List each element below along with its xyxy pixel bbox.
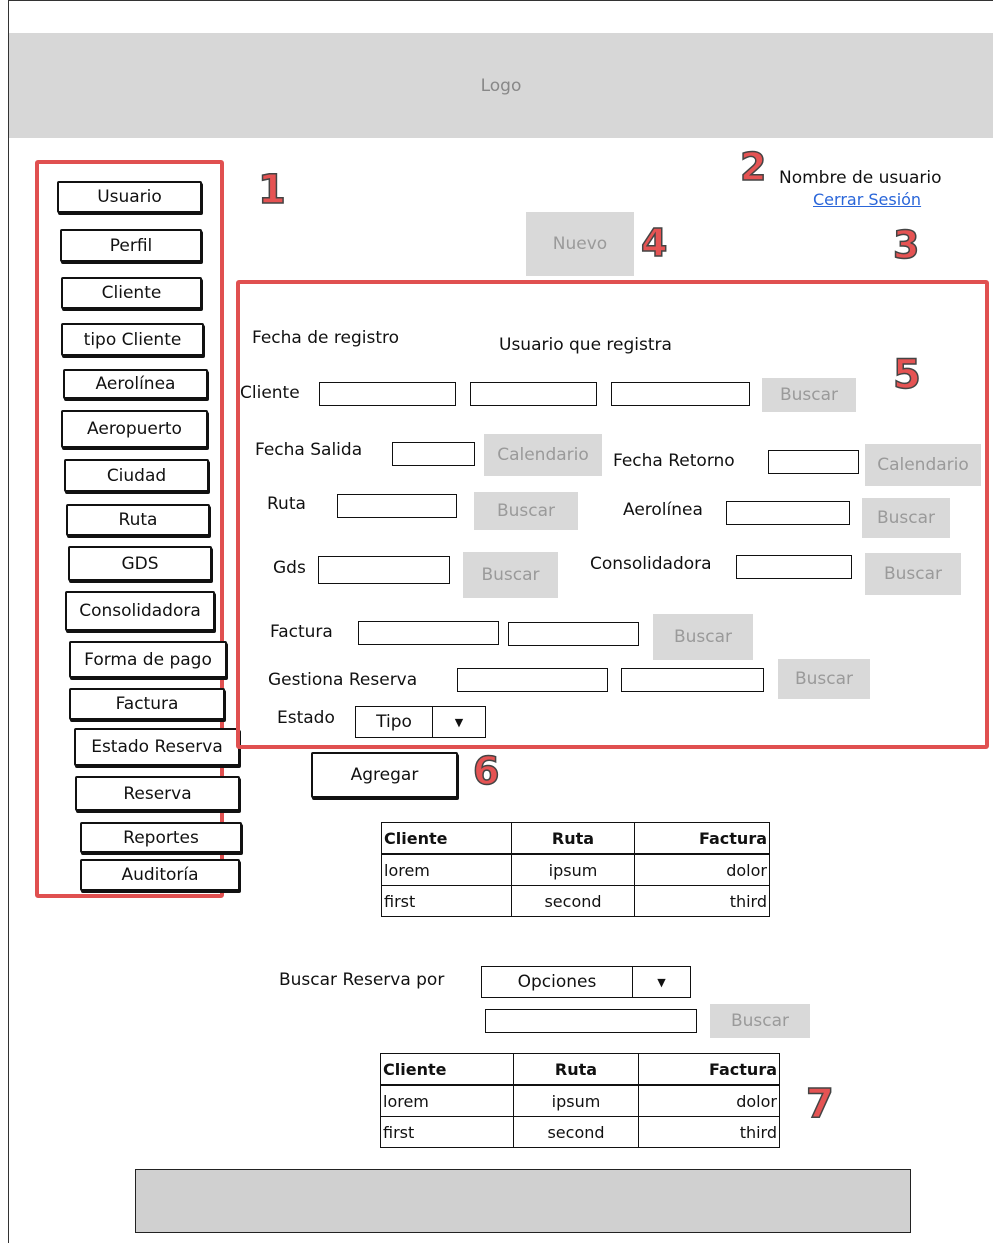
gestiona-input-1[interactable] — [457, 668, 608, 692]
results-table-2: Cliente Ruta Factura lorem ipsum dolor f… — [380, 1053, 780, 1148]
table-row[interactable]: lorem ipsum dolor — [381, 853, 770, 886]
table2-cell: second — [513, 1116, 639, 1148]
search-options-value: Opciones — [517, 972, 597, 992]
aerolinea-input[interactable] — [726, 501, 850, 525]
fecha-salida-calendar-button[interactable]: Calendario — [484, 434, 602, 476]
table2-cell: dolor — [638, 1084, 780, 1117]
chevron-down-icon: ▼ — [432, 707, 485, 737]
sidebar-item-1[interactable]: Perfil — [60, 229, 202, 262]
sidebar-item-12[interactable]: Estado Reserva — [74, 728, 240, 766]
logo-header: Logo — [9, 33, 993, 138]
gds-label: Gds — [273, 558, 306, 578]
table2-cell: third — [638, 1116, 780, 1148]
sidebar-item-6[interactable]: Ciudad — [64, 459, 209, 492]
cliente-label: Cliente — [240, 383, 300, 403]
fecha-registro-label: Fecha de registro — [252, 328, 400, 348]
table-row[interactable]: first second third — [381, 885, 770, 917]
search-buscar-button[interactable]: Buscar — [710, 1004, 810, 1038]
fecha-retorno-input[interactable] — [768, 450, 859, 474]
annotation-3: 3 — [892, 223, 920, 267]
table-row[interactable]: lorem ipsum dolor — [380, 1084, 780, 1117]
annotation-6: 6 — [472, 749, 500, 793]
sidebar-item-0[interactable]: Usuario — [57, 181, 202, 213]
sidebar-item-9[interactable]: Consolidadora — [65, 591, 215, 631]
sidebar-item-2[interactable]: Cliente — [61, 277, 202, 309]
table2-cell: first — [380, 1116, 514, 1148]
table1-cell: lorem — [381, 853, 512, 886]
table1-header-cliente: Cliente — [381, 822, 512, 855]
sidebar-item-10[interactable]: Forma de pago — [69, 641, 227, 678]
chevron-down-icon: ▼ — [632, 967, 690, 997]
table2-header-factura: Factura — [638, 1053, 780, 1086]
ruta-label: Ruta — [267, 494, 306, 514]
results-table-1: Cliente Ruta Factura lorem ipsum dolor f… — [381, 822, 770, 917]
factura-input-1[interactable] — [358, 621, 499, 645]
estado-select-value: Tipo — [376, 712, 412, 732]
sidebar-item-8[interactable]: GDS — [68, 546, 212, 581]
estado-select[interactable]: Tipo ▼ — [355, 706, 486, 738]
username: Nombre de usuario — [779, 168, 942, 188]
cliente-input-2[interactable] — [470, 382, 597, 406]
factura-label: Factura — [270, 622, 333, 642]
table1-cell: ipsum — [511, 853, 635, 886]
fecha-retorno-label: Fecha Retorno — [613, 451, 735, 471]
consolidadora-label: Consolidadora — [590, 554, 712, 574]
annotation-4: 4 — [640, 221, 668, 265]
table1-cell: second — [511, 885, 635, 917]
sidebar-item-4[interactable]: Aerolínea — [63, 369, 208, 399]
ruta-input[interactable] — [337, 494, 457, 518]
search-label: Buscar Reserva por — [279, 970, 445, 990]
table-row[interactable]: first second third — [380, 1116, 780, 1148]
sidebar-item-14[interactable]: Reportes — [80, 822, 242, 853]
ruta-buscar-button[interactable]: Buscar — [474, 492, 578, 530]
aerolinea-label: Aerolínea — [623, 500, 703, 520]
gestiona-buscar-button[interactable]: Buscar — [778, 659, 870, 699]
fecha-salida-label: Fecha Salida — [255, 440, 363, 460]
cliente-input-1[interactable] — [319, 382, 456, 406]
search-input[interactable] — [485, 1009, 697, 1033]
sidebar-item-15[interactable]: Auditoría — [80, 859, 240, 891]
logo: Logo — [480, 75, 522, 96]
annotation-7: 7 — [805, 1081, 834, 1127]
table2-header-ruta: Ruta — [513, 1053, 639, 1086]
fecha-salida-input[interactable] — [392, 442, 475, 466]
estado-label: Estado — [277, 708, 335, 728]
table1-cell: third — [634, 885, 770, 917]
usuario-registra-label: Usuario que registra — [499, 335, 672, 355]
annotation-1: 1 — [257, 167, 286, 213]
consolidadora-input[interactable] — [736, 555, 852, 579]
table1-cell: first — [381, 885, 512, 917]
table1-cell: dolor — [634, 853, 770, 886]
cliente-input-3[interactable] — [611, 382, 750, 406]
table2-header-cliente: Cliente — [380, 1053, 514, 1086]
sidebar-item-3[interactable]: tipo Cliente — [61, 323, 204, 356]
gestiona-input-2[interactable] — [621, 668, 764, 692]
sidebar-item-5[interactable]: Aeropuerto — [61, 410, 208, 448]
new-button[interactable]: Nuevo — [526, 212, 634, 276]
table2-cell: ipsum — [513, 1084, 639, 1117]
cliente-buscar-button[interactable]: Buscar — [762, 378, 856, 412]
search-options-select[interactable]: Opciones ▼ — [481, 966, 691, 998]
consolidadora-buscar-button[interactable]: Buscar — [865, 553, 961, 595]
sidebar-item-7[interactable]: Ruta — [66, 504, 210, 536]
table1-header-factura: Factura — [634, 822, 770, 855]
annotation-2: 2 — [739, 145, 767, 189]
fecha-retorno-calendar-button[interactable]: Calendario — [865, 444, 981, 486]
agregar-button[interactable]: Agregar — [311, 752, 458, 798]
gds-input[interactable] — [318, 556, 450, 584]
sidebar-item-13[interactable]: Reserva — [75, 776, 240, 811]
table1-header-ruta: Ruta — [511, 822, 635, 855]
annotation-5: 5 — [892, 352, 921, 398]
gestiona-label: Gestiona Reserva — [268, 670, 418, 690]
factura-input-2[interactable] — [508, 622, 639, 646]
table2-cell: lorem — [380, 1084, 514, 1117]
footer-bar — [135, 1169, 911, 1233]
sidebar-item-11[interactable]: Factura — [69, 688, 225, 720]
logout-link[interactable]: Cerrar Sesión — [813, 190, 921, 209]
factura-buscar-button[interactable]: Buscar — [653, 614, 753, 660]
gds-buscar-button[interactable]: Buscar — [463, 552, 558, 598]
aerolinea-buscar-button[interactable]: Buscar — [862, 498, 950, 538]
